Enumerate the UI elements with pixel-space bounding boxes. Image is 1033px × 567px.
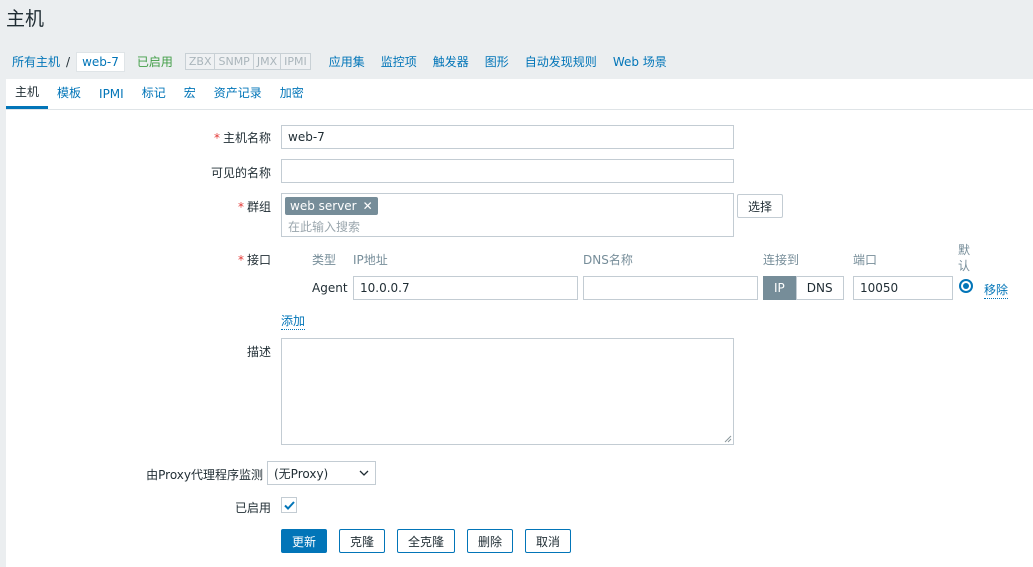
menu-web-scenarios[interactable]: Web 场景 — [613, 53, 667, 70]
header-connect: 连接到 — [763, 253, 800, 267]
menu-discovery-rules[interactable]: 自动发现规则 — [525, 53, 597, 70]
hostname-input[interactable] — [281, 125, 734, 149]
select-groups-button[interactable]: 选择 — [737, 194, 784, 218]
hostname-label: * 主机名称 — [71, 129, 271, 146]
availability-snmp: SNMP — [214, 53, 254, 70]
tab-inventory[interactable]: 资产记录 — [205, 84, 271, 109]
enabled-checkbox[interactable] — [281, 497, 297, 513]
tab-macros[interactable]: 宏 — [175, 84, 205, 109]
host-navigation-bar: 所有主机 / web-7 已启用 ZBX SNMP JMX IPMI 应用集 监… — [0, 45, 1033, 78]
full-clone-button[interactable]: 全克隆 — [397, 529, 456, 553]
groups-multiselect[interactable]: web server ✕ 在此输入搜索 — [281, 193, 734, 237]
interface-type: Agent — [312, 281, 348, 295]
tab-tags[interactable]: 标记 — [133, 84, 175, 109]
availability-zbx: ZBX — [184, 53, 216, 70]
groups-search-input[interactable]: 在此输入搜索 — [288, 218, 360, 235]
hostname-label-text: 主机名称 — [222, 131, 271, 145]
menu-items[interactable]: 监控项 — [381, 53, 417, 70]
proxy-label: 由Proxy代理程序监测 — [146, 468, 263, 482]
visible-name-input[interactable] — [281, 159, 734, 183]
connect-ip-option[interactable]: IP — [763, 276, 796, 300]
remove-tag-icon[interactable]: ✕ — [363, 199, 373, 213]
description-label: 描述 — [246, 345, 271, 359]
menu-triggers[interactable]: 触发器 — [433, 53, 469, 70]
group-tag: web server ✕ — [285, 197, 378, 215]
form-tabs: 主机 模板 IPMI 标记 宏 资产记录 加密 — [6, 79, 1033, 110]
tab-ipmi[interactable]: IPMI — [90, 87, 133, 109]
header-port: 端口 — [853, 253, 878, 267]
tab-host[interactable]: 主机 — [6, 83, 49, 109]
add-interface-link[interactable]: 添加 — [281, 312, 306, 330]
menu-applications[interactable]: 应用集 — [329, 53, 365, 70]
breadcrumb-current-host[interactable]: web-7 — [76, 51, 125, 72]
breadcrumb: 所有主机 / web-7 已启用 ZBX SNMP JMX IPMI 应用集 监… — [0, 45, 675, 78]
groups-label-text: 群组 — [246, 200, 271, 214]
resize-handle-icon[interactable] — [724, 435, 732, 443]
page-title: 主机 — [6, 8, 45, 30]
interface-dns-input[interactable] — [583, 276, 758, 300]
groups-label: * 群组 — [71, 198, 271, 215]
interfaces-label: * 接口 — [71, 251, 271, 268]
tab-encryption[interactable]: 加密 — [271, 84, 313, 109]
required-mark: * — [237, 200, 244, 214]
required-mark: * — [237, 253, 244, 267]
visible-name-label: 可见的名称 — [210, 166, 271, 180]
default-interface-radio[interactable] — [959, 279, 973, 293]
availability-ipmi: IPMI — [280, 53, 311, 70]
interface-ip-input[interactable] — [353, 276, 578, 300]
proxy-select-value: (无Proxy) — [274, 466, 329, 481]
availability-indicators: ZBX SNMP JMX IPMI — [184, 53, 311, 70]
proxy-select[interactable]: (无Proxy) — [267, 461, 376, 485]
host-form-panel: 主机 模板 IPMI 标记 宏 资产记录 加密 *主机名称 可见的名称 *群组 … — [6, 79, 1033, 567]
remove-interface-link[interactable]: 移除 — [984, 281, 1009, 299]
host-menu: 应用集 监控项 触发器 图形 自动发现规则 Web 场景 — [321, 53, 675, 70]
breadcrumb-separator: / — [66, 54, 71, 69]
cancel-button[interactable]: 取消 — [525, 529, 572, 553]
group-tag-label: web server — [290, 199, 357, 213]
delete-button[interactable]: 删除 — [467, 529, 514, 553]
availability-jmx: JMX — [252, 53, 282, 70]
description-textarea[interactable] — [281, 338, 734, 445]
update-button[interactable]: 更新 — [281, 529, 328, 553]
menu-graphs[interactable]: 图形 — [485, 53, 509, 70]
breadcrumb-all-hosts[interactable]: 所有主机 — [12, 53, 60, 70]
header-type: 类型 — [312, 253, 337, 267]
header-dns: DNS名称 — [583, 253, 633, 267]
enabled-label: 已启用 — [234, 501, 271, 515]
clone-button[interactable]: 克隆 — [339, 529, 386, 553]
interface-port-input[interactable] — [853, 276, 953, 300]
required-mark: * — [213, 131, 220, 145]
interfaces-label-text: 接口 — [246, 253, 271, 267]
chevron-down-icon — [359, 470, 369, 476]
connect-dns-option[interactable]: DNS — [795, 276, 844, 300]
checkmark-icon — [283, 500, 295, 510]
tab-templates[interactable]: 模板 — [48, 84, 90, 109]
header-ip: IP地址 — [353, 253, 388, 267]
connect-to-toggle: IP DNS — [763, 276, 844, 300]
host-status-badge[interactable]: 已启用 — [137, 53, 173, 70]
header-default: 默认 — [958, 243, 971, 273]
